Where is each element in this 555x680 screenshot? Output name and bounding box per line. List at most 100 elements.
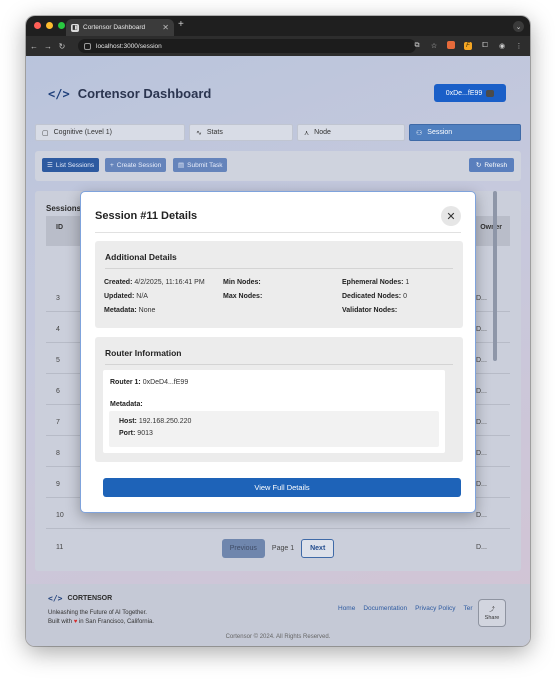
router-metadata-label-text: Metadata:	[110, 401, 143, 408]
browser-tab[interactable]: ◧ Cortensor Dashboard ✕	[66, 19, 174, 36]
next-button[interactable]: Next	[301, 539, 335, 558]
new-tab-button[interactable]: +	[178, 19, 184, 30]
row-owner: D...	[476, 388, 487, 395]
address-bar[interactable]: localhost:3000/session	[78, 39, 416, 53]
row-id: 6	[56, 388, 60, 395]
pagination: Previous Page 1 Next	[35, 539, 521, 558]
refresh-button[interactable]: ↻ Refresh	[469, 158, 514, 172]
page-indicator: Page 1	[271, 545, 295, 552]
bookmark-star-icon[interactable]: ☆	[429, 42, 439, 50]
tab-session[interactable]: ⚇ Session	[409, 124, 521, 141]
tab-label: Node	[314, 129, 331, 136]
additional-details-heading: Additional Details	[105, 252, 177, 262]
close-window-icon[interactable]	[34, 22, 41, 29]
back-icon[interactable]: ←	[28, 42, 40, 51]
row-owner: D...	[476, 357, 487, 364]
minimize-window-icon[interactable]	[46, 22, 53, 29]
host-label: Host:	[119, 418, 137, 425]
list-sessions-button[interactable]: ☰ List Sessions	[42, 158, 100, 172]
row-owner: D...	[476, 295, 487, 302]
cast-icon[interactable]: ⧉	[412, 42, 422, 50]
row-owner: D...	[476, 326, 487, 333]
footer-brand: CORTENSOR	[67, 595, 113, 602]
router-box: Router 1: 0xDeD4...fE99 Metadata: Host: …	[103, 370, 445, 453]
min-nodes-label: Min Nodes:	[223, 279, 261, 286]
profile-icon[interactable]: ◉	[497, 42, 507, 50]
row-id: 4	[56, 326, 60, 333]
footer-built-with: Built with ♥ in San Francisco, Californi…	[48, 619, 154, 625]
footer-link-documentation[interactable]: Documentation	[363, 605, 407, 612]
maximize-window-icon[interactable]	[58, 22, 65, 29]
session-details-modal: Session #11 Details ✕ Additional Details…	[80, 191, 476, 513]
footer-link-terms[interactable]: Ter	[464, 605, 473, 612]
modal-divider	[95, 232, 461, 233]
extensions-puzzle-icon[interactable]: ⧠	[480, 42, 490, 50]
create-session-label: Create Session	[116, 161, 162, 169]
modal-title: Session #11 Details	[95, 210, 198, 222]
refresh-icon: ↻	[475, 162, 482, 169]
table-scrollbar[interactable]	[493, 191, 497, 361]
copyright: Cortensor © 2024. All Rights Reserved.	[225, 634, 331, 640]
min-nodes-field: Min Nodes:	[223, 279, 261, 286]
row-divider	[46, 528, 510, 529]
create-session-button[interactable]: + Create Session	[105, 158, 167, 172]
tab-label: Cognitive (Level 1)	[53, 129, 112, 136]
row-id: 9	[56, 481, 60, 488]
submit-task-label: Submit Task	[187, 161, 223, 169]
refresh-label: Refresh	[484, 161, 508, 169]
tab-label: Session	[427, 129, 453, 136]
router-1-value: 0xDeD4...fE99	[142, 379, 189, 386]
row-id: 3	[56, 295, 60, 302]
list-sessions-label: List Sessions	[55, 161, 95, 169]
reload-icon[interactable]: ↻	[56, 42, 68, 51]
router-1-field: Router 1: 0xDeD4...fE99	[110, 379, 188, 386]
host-field: Host: 192.168.250.220	[119, 418, 191, 425]
previous-button[interactable]: Previous	[221, 539, 265, 558]
tab-node[interactable]: ⋏ Node	[297, 124, 405, 141]
wallet-button[interactable]: 0xDe...fE99	[434, 84, 506, 102]
view-full-details-button[interactable]: View Full Details	[103, 478, 461, 497]
tab-search-icon[interactable]: ⌄	[513, 21, 524, 32]
document-icon: ▤	[178, 162, 185, 169]
ephemeral-nodes-field: Ephemeral Nodes: 1	[342, 279, 409, 286]
metadata-value: None	[138, 307, 156, 314]
tab-stats[interactable]: ∿ Stats	[189, 124, 293, 141]
created-label: Created:	[104, 279, 133, 286]
heart-icon: ♥	[73, 619, 78, 625]
row-owner: D...	[476, 450, 487, 457]
created-value: 4/2/2025, 11:16:41 PM	[134, 279, 205, 286]
built-suffix: in San Francisco, California.	[78, 619, 154, 625]
router-information-card: Router Information Router 1: 0xDeD4...fE…	[95, 337, 463, 462]
footer-link-privacy[interactable]: Privacy Policy	[415, 605, 455, 612]
app-title: Cortensor Dashboard	[77, 86, 212, 101]
modal-close-button[interactable]: ✕	[441, 206, 461, 226]
share-label: Share	[484, 615, 500, 621]
browser-toolbar: ← → ↻ localhost:3000/session ⧉ ☆ F ⧠ ◉ ⋮	[26, 36, 530, 56]
column-owner: Owner	[480, 224, 502, 231]
metadata-label: Metadata:	[104, 307, 137, 314]
row-id: 10	[56, 512, 64, 519]
share-button[interactable]: ⤴ Share	[478, 599, 506, 627]
dedicated-label: Dedicated Nodes:	[342, 293, 402, 300]
tab-label: Stats	[206, 129, 223, 136]
extension-fox-icon[interactable]	[446, 41, 456, 51]
action-bar: ☰ List Sessions + Create Session ▤ Submi…	[35, 151, 521, 181]
host-value: 192.168.250.220	[138, 418, 192, 425]
footer-tagline: Unleashing the Future of AI Together.	[48, 610, 147, 616]
updated-value: N/A	[136, 293, 148, 300]
submit-task-button[interactable]: ▤ Submit Task	[173, 158, 228, 172]
tab-cognitive[interactable]: ▢ Cognitive (Level 1)	[35, 124, 185, 141]
row-owner: D...	[476, 481, 487, 488]
row-id: 5	[56, 357, 60, 364]
extension-f-icon[interactable]: F	[463, 42, 473, 50]
router-metadata-box: Host: 192.168.250.220 Port: 9013	[109, 411, 439, 447]
menu-icon[interactable]: ⋮	[514, 42, 524, 50]
box-icon: ▢	[42, 129, 49, 137]
card-divider	[105, 364, 453, 365]
site-info-icon[interactable]	[84, 42, 91, 50]
tab-close-icon[interactable]: ✕	[162, 23, 169, 32]
forward-icon[interactable]: →	[42, 42, 54, 51]
activity-icon: ∿	[196, 129, 202, 137]
footer-link-home[interactable]: Home	[338, 605, 355, 612]
app-header: </> Cortensor Dashboard	[48, 86, 211, 101]
